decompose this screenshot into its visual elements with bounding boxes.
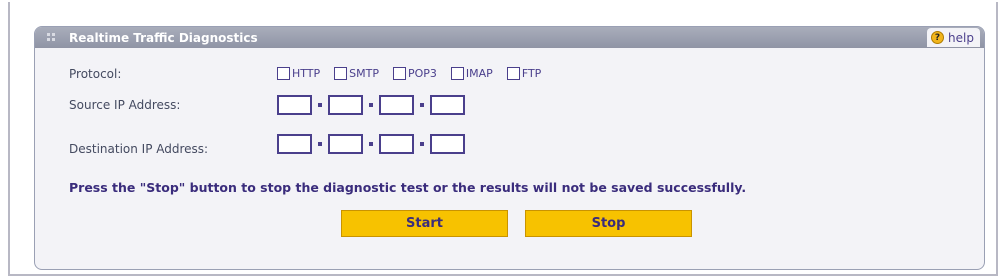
protocol-ftp-checkbox[interactable]: FTP [506, 67, 542, 80]
ip-separator [312, 142, 328, 146]
protocol-pop3-checkbox[interactable]: POP3 [392, 67, 437, 80]
protocol-http-label: HTTP [292, 67, 321, 80]
protocol-imap-label: IMAP [465, 67, 493, 80]
destination-ip-octet-2[interactable] [328, 134, 363, 154]
destination-ip-octet-3[interactable] [379, 134, 414, 154]
checkbox-box[interactable] [334, 67, 348, 80]
ip-separator [363, 142, 379, 146]
help-icon: ? [931, 31, 945, 44]
ip-separator [414, 142, 430, 146]
protocol-label: Protocol: [69, 67, 122, 81]
ip-separator [363, 103, 379, 107]
checkbox-box[interactable] [450, 67, 464, 80]
source-ip-octet-2[interactable] [328, 95, 363, 115]
checkbox-box[interactable] [506, 67, 520, 80]
destination-ip-label: Destination IP Address: [69, 142, 209, 156]
help-link[interactable]: ? help [927, 28, 980, 47]
protocol-checkboxes: HTTP SMTP POP3 IMAP FTP [277, 67, 555, 80]
protocol-imap-checkbox[interactable]: IMAP [450, 67, 493, 80]
protocol-smtp-label: SMTP [349, 67, 379, 80]
stop-button[interactable]: Stop [525, 210, 692, 237]
diagnostics-panel: Realtime Traffic Diagnostics ? help Prot… [34, 26, 985, 270]
destination-ip-octet-4[interactable] [430, 134, 465, 154]
panel-title: Realtime Traffic Diagnostics [69, 30, 258, 45]
source-ip-label: Source IP Address: [69, 98, 181, 112]
ip-separator [312, 103, 328, 107]
destination-ip-fields [277, 134, 465, 154]
protocol-ftp-label: FTP [521, 67, 542, 80]
checkbox-box[interactable] [392, 67, 406, 80]
protocol-smtp-checkbox[interactable]: SMTP [334, 67, 379, 80]
start-button[interactable]: Start [341, 210, 508, 237]
source-ip-octet-4[interactable] [430, 95, 465, 115]
help-label: help [948, 30, 974, 45]
window-frame: Realtime Traffic Diagnostics ? help Prot… [8, 2, 998, 276]
ip-separator [414, 103, 430, 107]
source-ip-octet-1[interactable] [277, 95, 312, 115]
source-ip-octet-3[interactable] [379, 95, 414, 115]
source-ip-fields [277, 95, 465, 115]
panel-header: Realtime Traffic Diagnostics ? help [35, 27, 984, 48]
protocol-pop3-label: POP3 [407, 67, 437, 80]
destination-ip-octet-1[interactable] [277, 134, 312, 154]
stop-warning-text: Press the "Stop" button to stop the diag… [69, 180, 747, 195]
protocol-http-checkbox[interactable]: HTTP [277, 67, 320, 80]
checkbox-box[interactable] [277, 67, 290, 80]
grip-icon [47, 32, 57, 43]
